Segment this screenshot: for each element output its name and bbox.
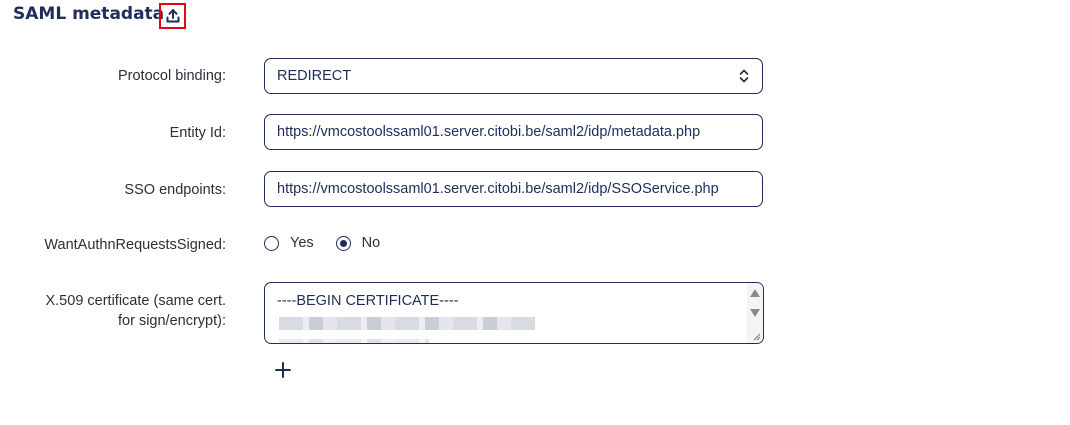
certificate-textarea[interactable]: ----BEGIN CERTIFICATE---- [264, 282, 764, 344]
certificate-value: ----BEGIN CERTIFICATE---- [277, 293, 459, 309]
want-authn-label: WantAuthnRequestsSigned: [44, 237, 226, 253]
certificate-label-line1: X.509 certificate (same cert. [45, 293, 226, 309]
upload-metadata-button[interactable] [159, 3, 186, 29]
radio-no-label: No [361, 235, 381, 251]
protocol-binding-label: Protocol binding: [117, 68, 226, 84]
protocol-binding-value: REDIRECT [277, 68, 352, 84]
scroll-up-arrow-icon[interactable] [750, 289, 760, 297]
certificate-label-line2: for sign/encrypt): [118, 313, 226, 329]
protocol-binding-select[interactable]: REDIRECT [264, 58, 763, 94]
sso-endpoints-value: https://vmcostoolssaml01.server.citobi.b… [277, 181, 719, 197]
redacted-certificate-line [279, 339, 429, 343]
plus-icon[interactable] [274, 361, 292, 379]
sso-endpoints-input[interactable]: https://vmcostoolssaml01.server.citobi.b… [264, 171, 763, 207]
want-authn-radio-group: Yes No [264, 235, 402, 251]
radio-yes-circle [264, 235, 279, 251]
radio-yes[interactable]: Yes [264, 235, 314, 251]
upload-icon [166, 9, 179, 23]
certificate-label: X.509 certificate (same cert. for sign/e… [45, 291, 226, 331]
resize-handle-icon[interactable] [751, 331, 761, 341]
scroll-down-arrow-icon[interactable] [750, 309, 760, 317]
redacted-certificate-line [279, 317, 535, 330]
radio-yes-label: Yes [290, 235, 314, 251]
entity-id-input[interactable]: https://vmcostoolssaml01.server.citobi.b… [264, 114, 763, 150]
select-chevron-icon [739, 69, 749, 83]
radio-no[interactable]: No [335, 235, 381, 251]
entity-id-value: https://vmcostoolssaml01.server.citobi.b… [277, 124, 701, 140]
radio-selected-dot [339, 239, 347, 247]
radio-no-circle [335, 235, 351, 251]
entity-id-label: Entity Id: [169, 125, 226, 141]
section-title: SAML metadata [13, 4, 165, 24]
sso-endpoints-label: SSO endpoints: [124, 182, 226, 198]
